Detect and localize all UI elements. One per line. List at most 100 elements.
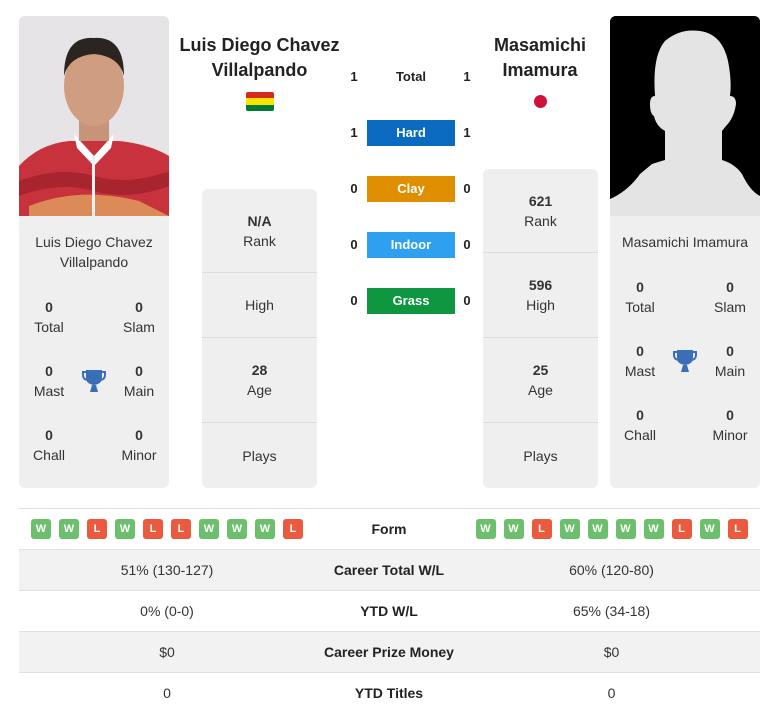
stat-value: 0 xyxy=(45,427,53,443)
right-age: 25 Age xyxy=(483,338,598,423)
form-win-badge[interactable]: W xyxy=(503,519,524,539)
left-player-info-card: N/A Rank High 28 Age Plays xyxy=(202,189,317,488)
surface-clay-badge[interactable]: Clay xyxy=(367,176,455,202)
left-form: WWLWLLWWWL xyxy=(19,509,315,549)
left-titles-main: 0 Main xyxy=(109,361,169,401)
form-win-badge[interactable]: W xyxy=(59,519,79,539)
form-win-badge[interactable]: W xyxy=(115,519,135,539)
row-label: Career Total W/L xyxy=(333,562,445,578)
left-titles-mast: 0 Mast xyxy=(19,361,79,401)
stat-value: 0 xyxy=(726,343,734,359)
surface-hard-badge[interactable]: Hard xyxy=(367,120,455,146)
rank-label: Rank xyxy=(524,212,557,229)
left-value: 0% (0-0) xyxy=(140,603,194,619)
form-win-badge[interactable]: W xyxy=(587,519,608,539)
row-label: YTD W/L xyxy=(360,603,418,619)
card-name-line1: Luis Diego Chavez xyxy=(35,234,153,250)
form-row: WWLWLLWWWL Form WWLWWWWLWL xyxy=(19,508,760,549)
right-titles-total: 0 Total xyxy=(610,277,670,317)
right-titles-mast: 0 Mast xyxy=(610,341,670,381)
left-value: 51% (130-127) xyxy=(120,562,214,578)
stat-label: Total xyxy=(625,299,655,315)
form-win-badge[interactable]: W xyxy=(615,519,636,539)
left-player-name-link[interactable]: Luis Diego Chavez Villalpando xyxy=(172,33,347,83)
stat-value: 0 xyxy=(726,407,734,423)
stat-label: Mast xyxy=(624,363,656,379)
name-line1: Luis Diego Chavez xyxy=(179,35,340,55)
form-win-badge[interactable]: W xyxy=(199,519,219,539)
stat-label: Slam xyxy=(123,319,155,335)
form-loss-badge[interactable]: L xyxy=(727,519,748,539)
stat-value: 0 xyxy=(45,299,53,315)
right-player-photo xyxy=(610,16,760,216)
h2h-hard-row[interactable]: 1 Hard 1 xyxy=(340,120,480,146)
age-label: Age xyxy=(528,382,553,398)
stat-label: Total xyxy=(34,319,64,335)
h2h-total-row: 1 Total 1 xyxy=(340,64,480,90)
stat-value: 0 xyxy=(135,427,143,443)
stat-value: 0 xyxy=(636,279,644,295)
form-win-badge[interactable]: W xyxy=(227,519,247,539)
right-player-card: Masamichi Imamura 0 Total 0 Slam 0 Mast … xyxy=(610,216,760,488)
h2h-indoor-row[interactable]: 0 Indoor 0 xyxy=(340,232,480,258)
form-loss-badge[interactable]: L xyxy=(283,519,303,539)
form-loss-badge[interactable]: L xyxy=(143,519,163,539)
stat-label: Mast xyxy=(33,383,65,399)
h2h-grass-right: 0 xyxy=(463,293,471,308)
right-titles-slam: 0 Slam xyxy=(700,277,760,317)
high-value: 596 xyxy=(528,277,553,293)
table-row-ytd-wl: 0% (0-0) YTD W/L 65% (34-18) xyxy=(19,590,760,631)
h2h-hard-right: 1 xyxy=(463,125,471,140)
stat-label: Chall xyxy=(624,427,656,443)
left-value: $0 xyxy=(159,644,175,660)
form-loss-badge[interactable]: L xyxy=(171,519,191,539)
silhouette-placeholder-image xyxy=(610,16,760,216)
h2h-clay-right: 0 xyxy=(463,181,471,196)
form-win-badge[interactable]: W xyxy=(475,519,496,539)
form-win-badge[interactable]: W xyxy=(31,519,51,539)
rank-label: Rank xyxy=(243,232,276,249)
stat-label: Minor xyxy=(121,447,157,463)
stat-label: Chall xyxy=(33,447,65,463)
player-portrait-image xyxy=(19,16,169,216)
right-player-card-name: Masamichi Imamura xyxy=(621,234,749,250)
h2h-total-label: Total xyxy=(395,69,427,84)
stat-value: 0 xyxy=(45,363,53,379)
row-label: Career Prize Money xyxy=(324,644,454,660)
right-value: 0 xyxy=(607,685,616,701)
right-player-name-link[interactable]: Masamichi Imamura xyxy=(470,33,610,83)
card-name-line2: Villalpando xyxy=(59,254,129,270)
form-win-badge[interactable]: W xyxy=(699,519,720,539)
h2h-grass-left: 0 xyxy=(350,293,358,308)
right-value: 60% (120-80) xyxy=(569,562,654,578)
form-win-badge[interactable]: W xyxy=(255,519,275,539)
form-loss-badge[interactable]: L xyxy=(531,519,552,539)
h2h-indoor-right: 0 xyxy=(463,237,471,252)
right-player-info-card: 621 Rank 596 High 25 Age Plays xyxy=(483,169,598,488)
h2h-clay-row[interactable]: 0 Clay 0 xyxy=(340,176,480,202)
age-value: 28 xyxy=(251,362,268,378)
right-titles-main: 0 Main xyxy=(700,341,760,381)
age-label: Age xyxy=(247,382,272,398)
name-line1: Masamichi xyxy=(493,35,587,55)
form-loss-badge[interactable]: L xyxy=(671,519,692,539)
surface-indoor-badge[interactable]: Indoor xyxy=(367,232,455,258)
stat-value: 0 xyxy=(135,299,143,315)
left-value: 0 xyxy=(163,685,171,701)
form-win-badge[interactable]: W xyxy=(643,519,664,539)
right-plays: Plays xyxy=(483,423,598,488)
form-win-badge[interactable]: W xyxy=(559,519,580,539)
form-loss-badge[interactable]: L xyxy=(87,519,107,539)
table-row-prize-money: $0 Career Prize Money $0 xyxy=(19,631,760,672)
left-player-card: Luis Diego Chavez Villalpando 0 Total 0 … xyxy=(19,216,169,488)
surface-grass-badge[interactable]: Grass xyxy=(367,288,455,314)
left-titles-chall: 0 Chall xyxy=(19,425,79,465)
left-titles-total: 0 Total xyxy=(19,297,79,337)
left-age: 28 Age xyxy=(202,338,317,423)
left-high: High xyxy=(202,273,317,338)
high-label: High xyxy=(245,297,274,313)
h2h-grass-row[interactable]: 0 Grass 0 xyxy=(340,288,480,314)
stat-label: Main xyxy=(123,383,155,399)
right-titles-chall: 0 Chall xyxy=(610,405,670,445)
left-titles-minor: 0 Minor xyxy=(109,425,169,465)
